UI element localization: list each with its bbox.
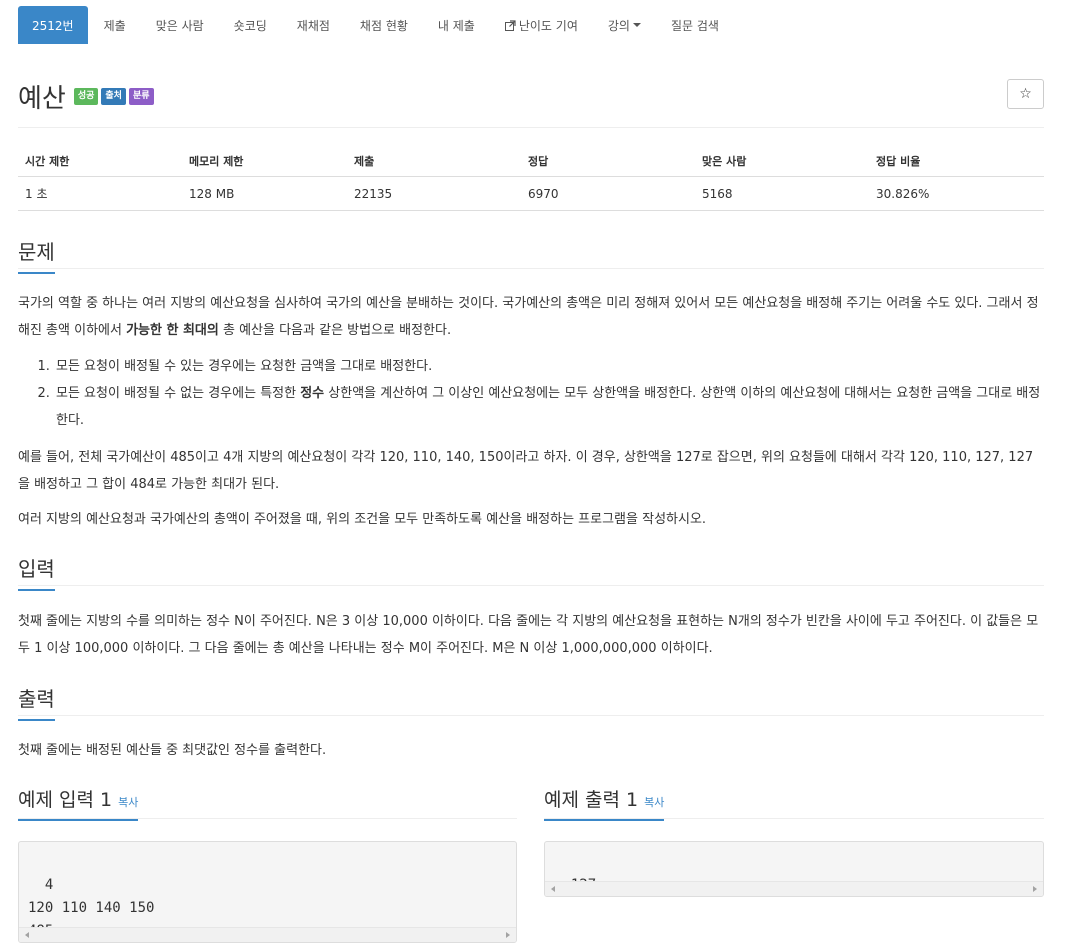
emphasis-text: 가능한 한 최대의 (126, 323, 219, 338)
tab-label: 맞은 사람 (155, 18, 204, 33)
tab-label: 2512번 (32, 18, 74, 33)
memory-limit-cell: 128 MB (182, 176, 347, 211)
description-section-header: 문제 (18, 235, 1044, 274)
scroll-left-icon[interactable] (551, 886, 555, 892)
horizontal-scrollbar[interactable] (545, 881, 1043, 896)
sample-output-header: 예제 출력 1 복사 (544, 785, 1044, 821)
column-header: 맞은 사람 (695, 146, 869, 177)
problem-title: 예산 (18, 84, 66, 114)
copy-sample-input-button[interactable]: 복사 (118, 796, 138, 809)
sample-title-text: 예제 출력 1 (544, 789, 639, 811)
tab-label: 재채점 (296, 18, 330, 33)
scroll-right-icon[interactable] (1033, 886, 1037, 892)
algorithm-badge[interactable]: 분류 (128, 88, 154, 105)
sample-title-text: 예제 입력 1 (18, 789, 113, 811)
description-paragraph-2: 예를 들어, 전체 국가예산이 485이고 4개 지방의 예산요청이 각각 12… (18, 450, 1034, 492)
tab-problem-number[interactable]: 2512번 (18, 6, 88, 44)
sample-output-box[interactable]: 127 (544, 841, 1044, 897)
tab-short-coding[interactable]: 숏코딩 (220, 6, 281, 44)
caret-down-icon (632, 23, 641, 27)
success-badge[interactable]: 성공 (73, 88, 99, 105)
text: 모든 요청이 배정될 수 있는 경우에는 요청한 금액을 그대로 배정한다. (56, 359, 433, 374)
tab-label: 난이도 기여 (518, 18, 578, 33)
source-badge[interactable]: 출처 (101, 88, 126, 105)
table-row: 1 초 128 MB 22135 6970 5168 30.826% (18, 176, 1044, 211)
copy-sample-output-button[interactable]: 복사 (644, 796, 664, 809)
scroll-right-icon[interactable] (506, 932, 510, 938)
tab-lectures-dropdown[interactable]: 강의 (594, 6, 655, 44)
tab-difficulty-contribute[interactable]: 난이도 기여 (491, 6, 592, 44)
tab-status[interactable]: 채점 현황 (346, 6, 422, 44)
tab-label: 내 제출 (437, 18, 475, 33)
table-header-row: 시간 제한 메모리 제한 제출 정답 맞은 사람 정답 비율 (18, 146, 1044, 177)
sample-input-box[interactable]: 4 120 110 140 150 485 (18, 841, 517, 943)
text: 총 예산을 다음과 같은 방법으로 배정한다. (218, 323, 452, 338)
submissions-cell: 22135 (347, 176, 521, 211)
tab-correct-users[interactable]: 맞은 사람 (142, 6, 218, 44)
column-header: 정답 비율 (869, 146, 1044, 177)
tab-rejudge[interactable]: 재채점 (283, 6, 344, 44)
list-item: 모든 요청이 배정될 수 있는 경우에는 요청한 금액을 그대로 배정한다. (54, 353, 1044, 380)
column-header: 시간 제한 (18, 146, 182, 177)
tab-submit[interactable]: 제출 (90, 6, 140, 44)
emphasis-text: 정수 (300, 386, 325, 401)
description-paragraph-1: 국가의 역할 중 하나는 여러 지방의 예산요청을 심사하여 국가의 예산을 분… (18, 290, 1044, 344)
input-description: 첫째 줄에는 지방의 수를 의미하는 정수 N이 주어진다. N은 3 이상 1… (18, 614, 1039, 656)
tab-my-submissions[interactable]: 내 제출 (424, 6, 489, 44)
description-paragraph-3: 여러 지방의 예산요청과 국가예산의 총액이 주어졌을 때, 위의 조건을 모두… (18, 512, 707, 527)
tab-question-search[interactable]: 질문 검색 (657, 6, 733, 44)
accept-ratio-cell: 30.826% (869, 176, 1044, 211)
tab-label: 질문 검색 (670, 18, 719, 33)
section-title: 출력 (18, 683, 55, 721)
section-title: 입력 (18, 553, 55, 591)
accepted-cell: 6970 (521, 176, 695, 211)
sample-input-header: 예제 입력 1 복사 (18, 785, 517, 821)
tab-label: 숏코딩 (233, 18, 267, 33)
problem-nav-tabs: 2512번 제출 맞은 사람 숏코딩 재채점 채점 현황 내 제출 난이도 기여… (18, 6, 1044, 44)
external-link-icon (504, 19, 516, 31)
solved-users-cell: 5168 (695, 176, 869, 211)
favorite-star-button[interactable]: ☆ (1007, 79, 1044, 109)
sample-title: 예제 출력 1 복사 (544, 785, 665, 821)
tab-label: 강의 (607, 18, 630, 33)
problem-header: 예산 성공 출처 분류 (18, 78, 154, 115)
horizontal-scrollbar[interactable] (19, 927, 516, 942)
tab-label: 제출 (103, 18, 126, 33)
divider (18, 127, 1044, 128)
section-title: 문제 (18, 236, 55, 274)
scroll-left-icon[interactable] (25, 932, 29, 938)
tab-label: 채점 현황 (359, 18, 408, 33)
output-section-header: 출력 (18, 682, 1044, 721)
column-header: 정답 (521, 146, 695, 177)
column-header: 메모리 제한 (182, 146, 347, 177)
text: 모든 요청이 배정될 수 없는 경우에는 특정한 (56, 386, 301, 401)
problem-info-table: 시간 제한 메모리 제한 제출 정답 맞은 사람 정답 비율 1 초 128 M… (18, 146, 1044, 211)
time-limit-cell: 1 초 (18, 176, 182, 211)
rules-list: 모든 요청이 배정될 수 있는 경우에는 요청한 금액을 그대로 배정한다. 모… (18, 353, 1044, 434)
star-icon: ☆ (1019, 86, 1032, 102)
column-header: 제출 (347, 146, 521, 177)
input-section-header: 입력 (18, 552, 1044, 591)
list-item: 모든 요청이 배정될 수 없는 경우에는 특정한 정수 상한액을 계산하여 그 … (54, 380, 1044, 434)
sample-title: 예제 입력 1 복사 (18, 785, 139, 821)
output-description: 첫째 줄에는 배정된 예산들 중 최댓값인 정수를 출력한다. (18, 743, 327, 758)
